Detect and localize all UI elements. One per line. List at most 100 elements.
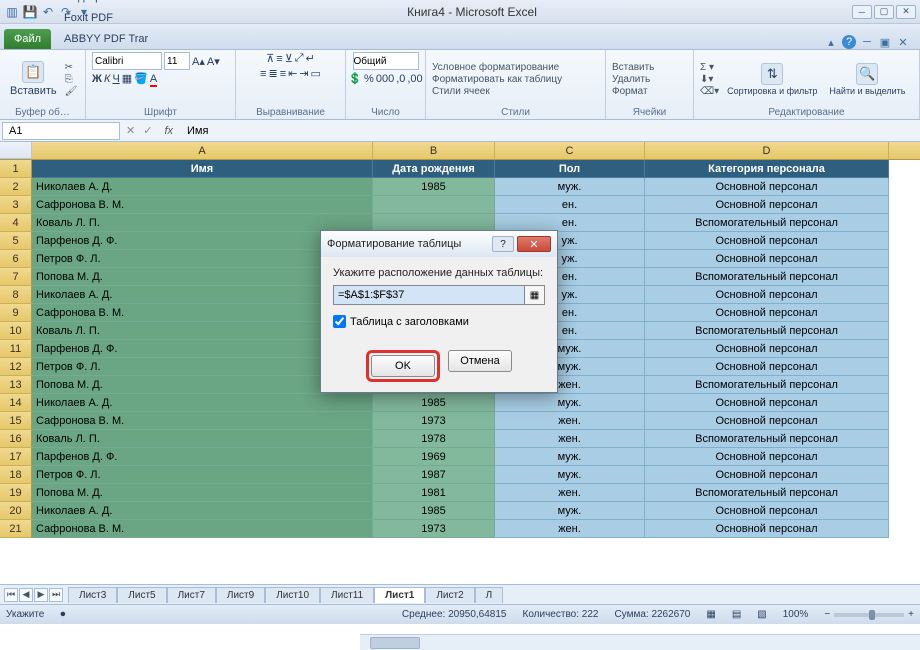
align-center-icon[interactable]: ≣ xyxy=(268,67,277,80)
format-cells-button[interactable]: Формат xyxy=(612,86,654,97)
cell-a20[interactable]: Николаев А. Д. xyxy=(32,502,373,520)
cell-a14[interactable]: Николаев А. Д. xyxy=(32,394,373,412)
indent-inc-icon[interactable]: ⇥ xyxy=(299,67,308,80)
save-icon[interactable]: 💾 xyxy=(22,4,38,20)
currency-icon[interactable]: 💲 xyxy=(348,72,362,85)
ribbon-minimize-icon[interactable]: ▴ xyxy=(824,35,838,49)
row-header-6[interactable]: 6 xyxy=(0,250,32,268)
cell-b17[interactable]: 1969 xyxy=(373,448,495,466)
zoom-slider[interactable]: −+ xyxy=(824,609,914,620)
shrink-font-icon[interactable]: A▾ xyxy=(207,55,220,68)
row-header-10[interactable]: 10 xyxy=(0,322,32,340)
view-layout-icon[interactable]: ▤ xyxy=(732,609,741,620)
file-tab[interactable]: Файл xyxy=(4,29,51,49)
header-cell-A[interactable]: Имя xyxy=(32,160,373,178)
bold-icon[interactable]: Ж xyxy=(92,73,102,85)
underline-icon[interactable]: Ч xyxy=(112,73,119,85)
cell-a3[interactable]: Сафронова В. М. xyxy=(32,196,373,214)
conditional-formatting-button[interactable]: Условное форматирование xyxy=(432,62,562,73)
indent-dec-icon[interactable]: ⇤ xyxy=(288,67,297,80)
cell-b14[interactable]: 1985 xyxy=(373,394,495,412)
format-painter-icon[interactable]: 🖌 xyxy=(65,86,78,97)
cell-b18[interactable]: 1987 xyxy=(373,466,495,484)
dialog-close-icon[interactable]: ✕ xyxy=(517,236,551,252)
font-family-input[interactable] xyxy=(92,52,162,70)
align-bottom-icon[interactable]: ⊻ xyxy=(285,52,293,65)
sheet-tab-Лист5[interactable]: Лист5 xyxy=(117,587,166,603)
range-input[interactable] xyxy=(334,286,524,304)
sort-filter-button[interactable]: ⇅ Сортировка и фильтр xyxy=(723,61,821,98)
sheet-tab-Лист10[interactable]: Лист10 xyxy=(265,587,320,603)
cell-c20[interactable]: муж. xyxy=(495,502,645,520)
cell-c16[interactable]: жен. xyxy=(495,430,645,448)
window-close-icon[interactable]: ✕ xyxy=(896,35,910,49)
paste-button[interactable]: 📋 Вставить xyxy=(6,59,61,99)
percent-icon[interactable]: % xyxy=(364,73,374,85)
align-left-icon[interactable]: ≡ xyxy=(260,68,266,80)
align-middle-icon[interactable]: ≡ xyxy=(276,53,282,65)
copy-icon[interactable]: ⎘ xyxy=(65,74,78,85)
cell-a16[interactable]: Коваль Л. П. xyxy=(32,430,373,448)
cell-d6[interactable]: Основной персонал xyxy=(645,250,889,268)
cell-a2[interactable]: Николаев А. Д. xyxy=(32,178,373,196)
header-cell-B[interactable]: Дата рождения xyxy=(373,160,495,178)
select-all-corner[interactable] xyxy=(0,142,32,159)
cell-a18[interactable]: Петров Ф. Л. xyxy=(32,466,373,484)
col-header-c[interactable]: C xyxy=(495,142,645,159)
cell-a17[interactable]: Парфенов Д. Ф. xyxy=(32,448,373,466)
close-icon[interactable]: ✕ xyxy=(896,5,916,19)
headers-checkbox[interactable]: Таблица с заголовками xyxy=(333,315,545,328)
sheet-nav-prev-icon[interactable]: ◀ xyxy=(19,588,33,602)
row-header-2[interactable]: 2 xyxy=(0,178,32,196)
cell-d13[interactable]: Вспомогательный персонал xyxy=(645,376,889,394)
cut-icon[interactable]: ✂ xyxy=(65,62,78,73)
cell-c21[interactable]: жен. xyxy=(495,520,645,538)
cell-a19[interactable]: Попова М. Д. xyxy=(32,484,373,502)
row-header-21[interactable]: 21 xyxy=(0,520,32,538)
undo-icon[interactable]: ↶ xyxy=(40,4,56,20)
sheet-tab-Лист9[interactable]: Лист9 xyxy=(216,587,265,603)
row-header-5[interactable]: 5 xyxy=(0,232,32,250)
row-header-13[interactable]: 13 xyxy=(0,376,32,394)
sheet-tab-Лист7[interactable]: Лист7 xyxy=(167,587,216,603)
cell-c3[interactable]: ен. xyxy=(495,196,645,214)
sheet-tab-Л[interactable]: Л xyxy=(475,587,504,603)
cell-b21[interactable]: 1973 xyxy=(373,520,495,538)
ribbon-tab-8[interactable]: Надстройки xyxy=(55,0,157,7)
window-restore-icon[interactable]: ▣ xyxy=(878,35,892,49)
row-header-12[interactable]: 12 xyxy=(0,358,32,376)
autosum-icon[interactable]: Σ ▾ xyxy=(700,62,719,73)
cell-d12[interactable]: Основной персонал xyxy=(645,358,889,376)
inc-decimal-icon[interactable]: ,0 xyxy=(396,73,405,85)
cell-d7[interactable]: Вспомогательный персонал xyxy=(645,268,889,286)
macro-record-icon[interactable]: ⏺ xyxy=(60,609,65,620)
cell-d8[interactable]: Основной персонал xyxy=(645,286,889,304)
cell-d14[interactable]: Основной персонал xyxy=(645,394,889,412)
view-pagebreak-icon[interactable]: ▧ xyxy=(757,609,766,620)
sheet-nav-last-icon[interactable]: ⏭ xyxy=(49,588,63,602)
cell-d20[interactable]: Основной персонал xyxy=(645,502,889,520)
cell-d5[interactable]: Основной персонал xyxy=(645,232,889,250)
dialog-help-icon[interactable]: ? xyxy=(492,236,514,252)
col-header-d[interactable]: D xyxy=(645,142,889,159)
headers-checkbox-input[interactable] xyxy=(333,315,346,328)
cell-d16[interactable]: Вспомогательный персонал xyxy=(645,430,889,448)
accept-formula-icon[interactable]: ✓ xyxy=(139,124,156,137)
comma-icon[interactable]: 000 xyxy=(376,73,394,85)
cell-d18[interactable]: Основной персонал xyxy=(645,466,889,484)
cell-d9[interactable]: Основной персонал xyxy=(645,304,889,322)
maximize-icon[interactable]: ▢ xyxy=(874,5,894,19)
cell-d4[interactable]: Вспомогательный персонал xyxy=(645,214,889,232)
cell-d19[interactable]: Вспомогательный персонал xyxy=(645,484,889,502)
sheet-tab-Лист2[interactable]: Лист2 xyxy=(425,587,474,603)
grow-font-icon[interactable]: A▴ xyxy=(192,55,205,68)
cell-d11[interactable]: Основной персонал xyxy=(645,340,889,358)
cell-b15[interactable]: 1973 xyxy=(373,412,495,430)
view-normal-icon[interactable]: ▦ xyxy=(706,609,715,620)
row-header-15[interactable]: 15 xyxy=(0,412,32,430)
cell-c18[interactable]: муж. xyxy=(495,466,645,484)
window-min-icon[interactable]: ─ xyxy=(860,35,874,49)
cell-styles-button[interactable]: Стили ячеек xyxy=(432,86,562,97)
name-box[interactable]: A1 xyxy=(2,122,120,140)
cell-c19[interactable]: жен. xyxy=(495,484,645,502)
